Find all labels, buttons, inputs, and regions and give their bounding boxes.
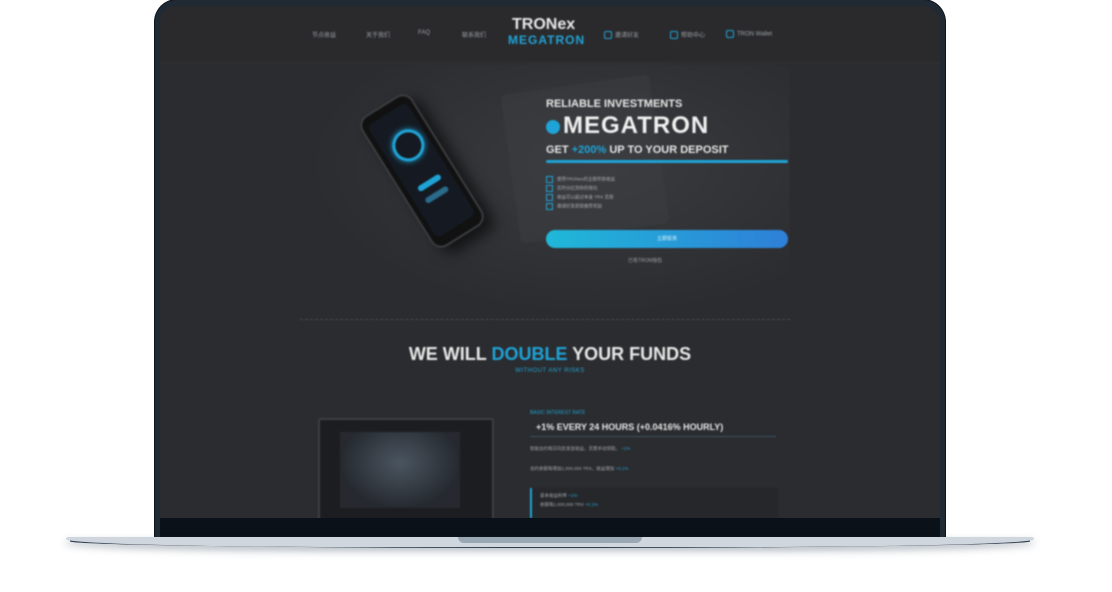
wallet-icon (726, 30, 734, 38)
screen-bezel-bottom (160, 518, 940, 538)
feature-list: 使用TRONex的全部存款收益 实时分红到你的钱包 收益可以超过本金 TRX 无… (546, 176, 615, 212)
checkbox-icon (546, 176, 553, 183)
logo-text-top[interactable]: TRONex (512, 16, 575, 34)
nav-item-invite[interactable]: 邀请好友 (604, 30, 640, 40)
rate-box-line: 余额每1,000,000 TRX +0.1% (540, 502, 778, 511)
feature-text: 收益可以超过本金 TRX 无限 (557, 194, 614, 200)
rate-box-text: 余额每1,000,000 TRX (540, 502, 584, 507)
invest-button[interactable]: 立即投资 (546, 230, 788, 248)
nav-invite-label: 邀请好友 (615, 33, 640, 39)
section-title-suffix: YOUR FUNDS (572, 344, 692, 364)
rate-desc-text: 智能合约每日向您发放收益，无需手动领取。 (530, 446, 620, 451)
feature-text: 使用TRONex的全部存款收益 (557, 176, 616, 182)
feature-text: 邀请好友获取推荐奖励 (557, 203, 602, 209)
nav-item-wallet[interactable]: TRON Wallet (726, 30, 772, 38)
hero-subtitle: RELIABLE INVESTMENTS (546, 98, 683, 110)
section-divider (300, 319, 790, 320)
nav-item-contact[interactable]: 联系我们 (462, 30, 486, 39)
hero-tagline-suffix: UP TO YOUR DEPOSIT (609, 144, 729, 156)
feature-item: 收益可以超过本金 TRX 无限 (546, 194, 615, 203)
nav-item-about[interactable]: 关于我们 (366, 30, 390, 39)
rate-description-2: 合约余额每增加1,000,000 TRX，收益增加 +0.1% (530, 466, 776, 472)
laptop-screen: 节点收益 关于我们 FAQ 联系我们 TRONex MEGATRON 邀请好友 … (160, 6, 940, 518)
rate-desc-accent: +1% (621, 446, 631, 451)
nav-help-label: 帮助中心 (681, 33, 706, 39)
nav-item-earnings[interactable]: 节点收益 (312, 30, 336, 39)
hero-divider (546, 160, 788, 163)
hero-title-text: MEGATRON (563, 112, 710, 139)
wallet-link[interactable]: 已有TRON钱包 (628, 257, 662, 264)
feature-text: 实时分红到你的钱包 (557, 185, 598, 191)
section-title-prefix: WE WILL (408, 344, 487, 364)
logo-text-bottom[interactable]: MEGATRON (508, 33, 585, 47)
rate-box-text: 基本收益利率 (540, 493, 567, 498)
rate-description-1: 智能合约每日向您发放收益，无需手动领取。 +1% (530, 446, 776, 452)
feature-item: 邀请好友获取推荐奖励 (546, 203, 615, 212)
hero-tagline: GET +200% UP TO YOUR DEPOSIT (546, 144, 729, 156)
hero-tagline-accent: +200% (571, 144, 607, 156)
rate-summary-box: 基本收益利率 +1% 余额每1,000,000 TRX +0.1% (530, 488, 778, 518)
top-nav: 节点收益 关于我们 FAQ 联系我们 TRONex MEGATRON 邀请好友 … (160, 6, 940, 63)
hero-tagline-prefix: GET (546, 144, 569, 156)
checkbox-icon (546, 185, 553, 192)
help-icon (670, 31, 678, 40)
video-thumbnail[interactable] (318, 418, 494, 518)
nav-item-faq[interactable]: FAQ (418, 30, 430, 36)
rate-box-accent: +1% (568, 493, 578, 498)
video-preview (340, 432, 460, 508)
rate-desc-accent: +0.1% (615, 466, 629, 471)
user-icon (604, 31, 612, 40)
rate-box-line: 基本收益利率 +1% (540, 493, 778, 502)
laptop-notch (458, 537, 642, 543)
phone-button-graphic-2 (424, 185, 450, 205)
nav-item-help[interactable]: 帮助中心 (670, 30, 706, 40)
section-title: WE WILL DOUBLE YOUR FUNDS (160, 344, 940, 365)
nav-wallet-label: TRON Wallet (737, 31, 773, 38)
checkbox-icon (546, 203, 553, 210)
checkbox-icon (546, 194, 553, 201)
rate-title: +1% EVERY 24 HOURS (+0.0416% HOURLY) (536, 422, 724, 432)
feature-item: 实时分红到你的钱包 (546, 185, 615, 194)
rate-box-accent: +0.1% (585, 502, 598, 507)
rate-divider (530, 436, 776, 437)
rate-label: BASIC INTEREST RATE (530, 410, 586, 416)
section-subtitle: WITHOUT ANY RISKS (515, 368, 585, 374)
phone-ring-graphic (386, 123, 431, 168)
hero-title: MEGATRON (546, 112, 709, 140)
tron-coin-icon (546, 119, 560, 134)
rate-desc-text: 合约余额每增加1,000,000 TRX，收益增加 (530, 466, 615, 471)
section-title-accent: DOUBLE (491, 344, 568, 364)
feature-item: 使用TRONex的全部存款收益 (546, 176, 615, 185)
